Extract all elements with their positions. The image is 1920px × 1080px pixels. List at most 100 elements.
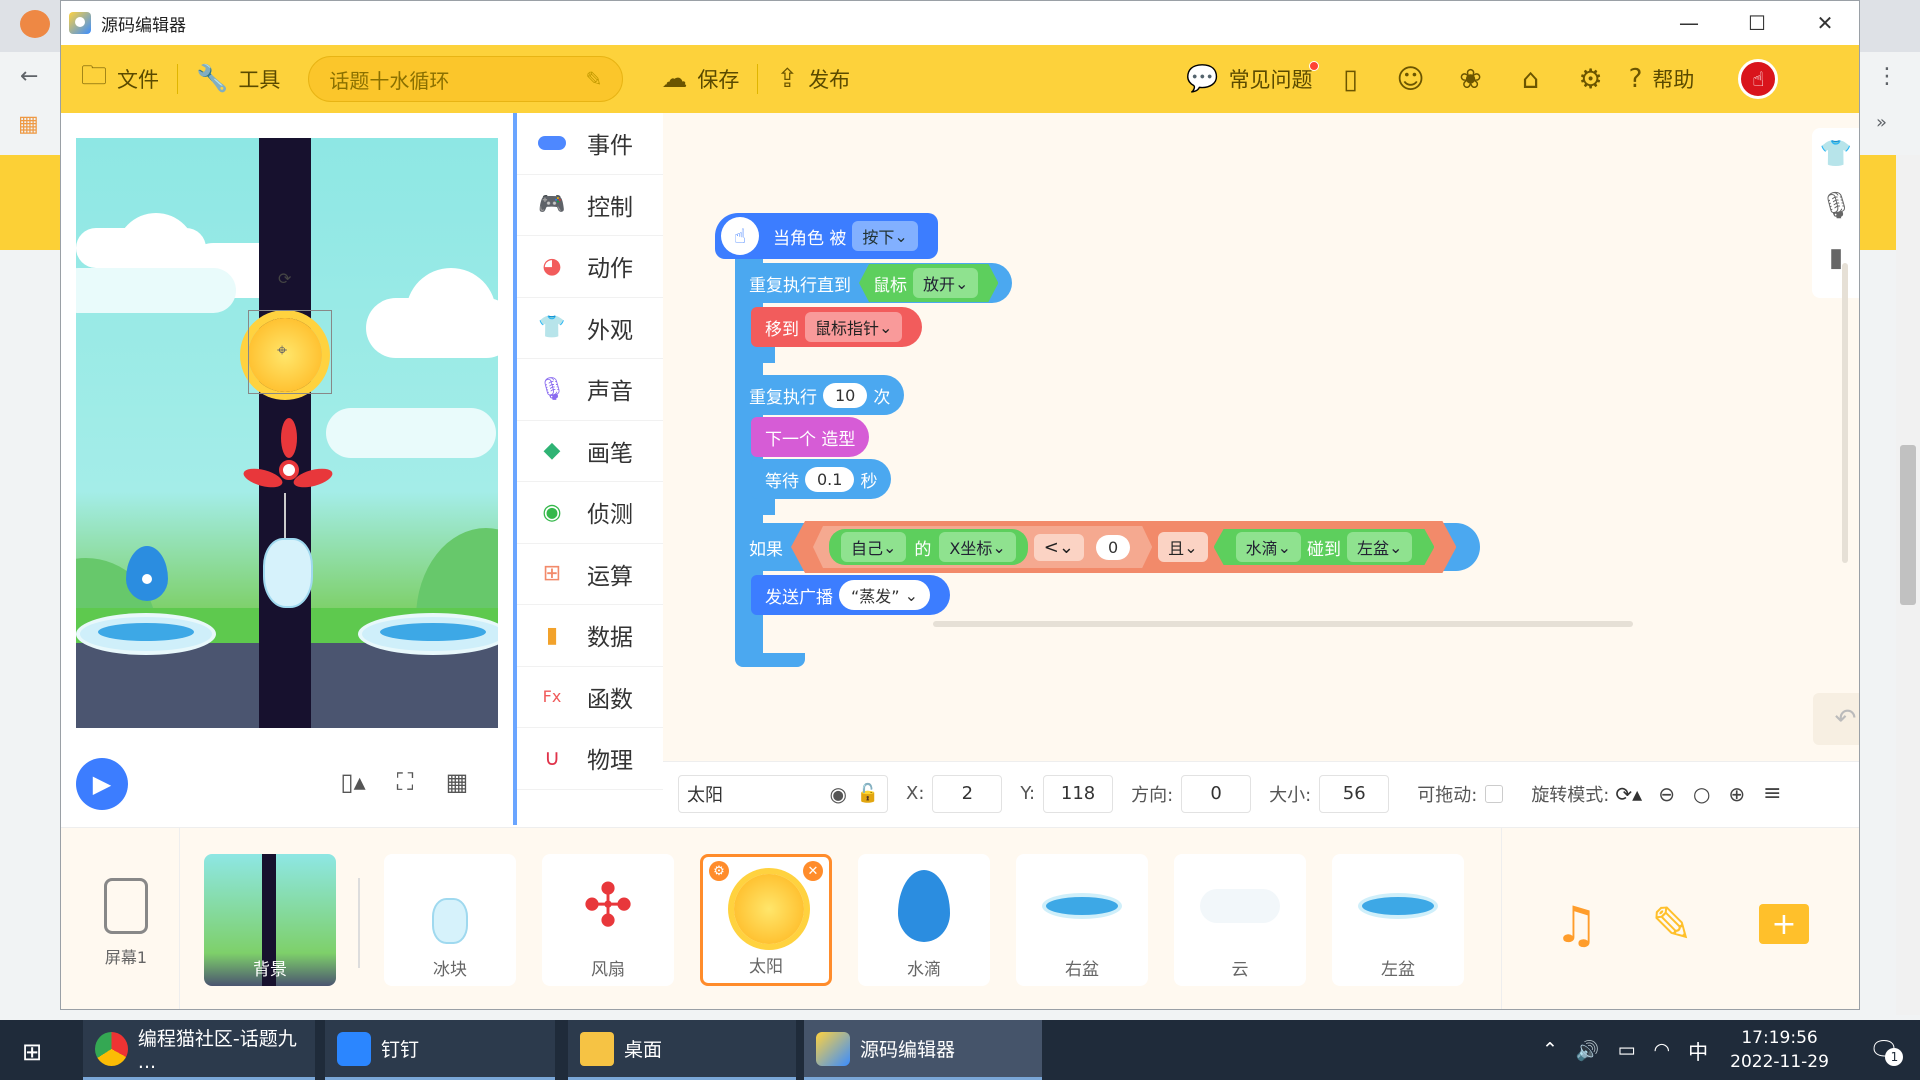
back-icon[interactable]: ← xyxy=(20,64,38,89)
logic-dropdown[interactable]: 且 ⌄ xyxy=(1158,532,1207,562)
y-input[interactable]: 118 xyxy=(1043,774,1114,813)
browser-scrollbar[interactable] xyxy=(1896,155,1920,1015)
when-sprite-pressed-block[interactable]: ☝ 当角色 被 按下 ⌄ xyxy=(715,213,938,259)
category-pen[interactable]: ◆ 画笔 xyxy=(517,421,663,482)
music-icon[interactable]: ♫ xyxy=(1554,896,1599,954)
x-input[interactable]: 2 xyxy=(932,774,1003,813)
workspace-vertical-scrollbar[interactable] xyxy=(1842,263,1848,563)
browser-scrollbar-thumb[interactable] xyxy=(1900,445,1916,605)
broadcast-block[interactable]: 发送广播 “蒸发” ⌄ xyxy=(751,575,951,615)
left-basin-dropdown[interactable]: 左盆 ⌄ xyxy=(1347,532,1412,562)
draggable-checkbox[interactable] xyxy=(1485,784,1504,803)
ice-sprite[interactable] xyxy=(263,538,313,608)
fullscreen-icon[interactable]: ⛶ xyxy=(381,758,429,806)
project-name-field[interactable]: 话题十水循环 ✎ xyxy=(308,56,624,102)
close-button[interactable]: ✕ xyxy=(1791,1,1859,45)
repeat-count-input[interactable]: 10 xyxy=(823,382,868,408)
taskbar-chrome[interactable]: 编程猫社区-话题九 ... xyxy=(83,1020,315,1080)
category-control[interactable]: 🎮 控制 xyxy=(517,175,663,236)
apps-icon[interactable]: ▦ xyxy=(18,112,39,137)
sprite-settings-icon[interactable]: ⚙ xyxy=(709,861,729,881)
volume-icon[interactable]: 🔊 xyxy=(1576,1039,1600,1062)
sprite-card-fan[interactable]: ✣ 风扇 xyxy=(542,854,674,986)
bar-chart-icon[interactable]: ▮ xyxy=(1812,232,1859,284)
sprite-card-right-basin[interactable]: 右盆 xyxy=(1016,854,1148,986)
clock[interactable]: 17:19:56 2022-11-29 xyxy=(1730,1026,1829,1074)
taskbar-dingtalk[interactable]: 钉钉 xyxy=(325,1020,555,1080)
robot-icon[interactable]: ☺ xyxy=(1381,64,1441,95)
ime-indicator[interactable]: 中 xyxy=(1688,1036,1708,1065)
device-select-icon[interactable]: ▯▴ xyxy=(329,758,377,806)
sprite-card-water-drop[interactable]: 水滴 xyxy=(858,854,990,986)
code-workspace[interactable]: 👕 🎙 ▮ ☝ 当角色 被 按下 ⌄ 重复执行直到 鼠标 放开 ⌄ 移到 鼠标指… xyxy=(663,113,1859,761)
wait-block[interactable]: 等待 0.1 秒 xyxy=(751,459,892,499)
wifi-icon[interactable]: ◠ xyxy=(1654,1039,1671,1061)
publish-button[interactable]: ⇪ 发布 xyxy=(768,45,858,113)
add-folder-icon[interactable]: + xyxy=(1759,904,1809,944)
zoom-reset-icon[interactable]: ○ xyxy=(1693,782,1710,806)
screen-button[interactable]: 屏幕1 xyxy=(81,878,171,968)
user-avatar[interactable]: ☝ xyxy=(1738,59,1779,99)
save-button[interactable]: ☁ 保存 xyxy=(653,45,747,113)
tray-expand-icon[interactable]: ⌃ xyxy=(1542,1039,1558,1061)
move-to-block[interactable]: 移到 鼠标指针 ⌄ xyxy=(751,307,923,347)
fan-sprite[interactable] xyxy=(241,418,335,492)
zoom-in-icon[interactable]: ⊕ xyxy=(1728,782,1745,806)
pencil-icon[interactable]: ✎ xyxy=(586,67,603,91)
left-basin-sprite[interactable] xyxy=(76,613,216,655)
eye-icon[interactable]: ◉ xyxy=(830,782,847,806)
comparison-dropdown[interactable]: < ⌄ xyxy=(1034,534,1084,561)
pencil-draw-icon[interactable]: ✎ xyxy=(1651,896,1693,954)
tools-menu[interactable]: 🔧 工具 xyxy=(188,45,288,113)
sprite-card-sun[interactable]: ⚙ ✕ 太阳 xyxy=(700,854,832,986)
browser-menu-icon[interactable]: ⋮ xyxy=(1876,64,1898,89)
size-input[interactable]: 56 xyxy=(1319,774,1390,813)
repeat-times-block[interactable]: 重复执行 10 次 xyxy=(735,375,905,415)
category-data[interactable]: ▮ 数据 xyxy=(517,605,663,667)
right-basin-sprite[interactable] xyxy=(358,613,498,655)
shirt-icon[interactable]: 👕 xyxy=(1812,128,1859,180)
release-dropdown[interactable]: 放开 ⌄ xyxy=(913,268,978,298)
move-handle-icon[interactable]: ⌖ xyxy=(277,340,287,361)
menu-icon[interactable]: ≡ xyxy=(1763,781,1781,806)
taskbar-editor[interactable]: 源码编辑器 xyxy=(804,1020,1042,1080)
rotate-handle-icon[interactable]: ⟳ xyxy=(278,269,291,288)
play-button[interactable]: ▶ xyxy=(76,758,128,810)
phone-preview-icon[interactable]: ▯ xyxy=(1321,64,1381,95)
battery-icon[interactable]: ▭ xyxy=(1618,1039,1636,1061)
sprite-card-cloud[interactable]: 云 xyxy=(1174,854,1306,986)
repeat-until-block[interactable]: 重复执行直到 鼠标 放开 ⌄ xyxy=(735,263,1013,303)
maximize-button[interactable]: ☐ xyxy=(1723,1,1791,45)
self-x-reporter[interactable]: 自己 ⌄ 的 X坐标 ⌄ xyxy=(829,529,1028,565)
self-dropdown[interactable]: 自己 ⌄ xyxy=(841,532,906,562)
sprite-card-left-basin[interactable]: 左盆 xyxy=(1332,854,1464,986)
category-physics[interactable]: ∪ 物理 xyxy=(517,728,663,790)
zoom-out-icon[interactable]: ⊖ xyxy=(1658,782,1675,806)
if-block[interactable]: 如果 自己 ⌄ 的 X坐标 ⌄ < ⌄ 0 且 ⌄ 水滴 ⌄ 碰到 左盆 ⌄ xyxy=(735,523,1481,571)
sprite-name-field[interactable]: 太阳 ◉ 🔓 xyxy=(678,774,888,813)
taskbar-desktop[interactable]: 桌面 xyxy=(568,1020,796,1080)
touching-condition[interactable]: 水滴 ⌄ 碰到 左盆 ⌄ xyxy=(1214,529,1435,565)
next-costume-block[interactable]: 下一个 造型 xyxy=(751,417,870,457)
notification-center-icon[interactable]: 🗨 1 xyxy=(1869,1036,1904,1066)
undo-icon[interactable]: ↶ xyxy=(1835,704,1857,734)
rotation-mode-dropdown[interactable]: ⟳▴ xyxy=(1615,782,1642,806)
category-operators[interactable]: ⊞ 运算 xyxy=(517,544,663,605)
pressed-dropdown[interactable]: 按下 ⌄ xyxy=(852,221,918,251)
workspace-horizontal-scrollbar[interactable] xyxy=(933,621,1633,627)
lock-icon[interactable]: 🔓 xyxy=(857,783,879,804)
category-events[interactable]: 事件 xyxy=(517,113,663,175)
category-motion[interactable]: ◕ 动作 xyxy=(517,236,663,298)
file-menu[interactable]: 🗀 文件 xyxy=(73,45,167,113)
direction-input[interactable]: 0 xyxy=(1181,774,1252,813)
sprite-card-ice[interactable]: 冰块 xyxy=(384,854,516,986)
settings-icon[interactable]: ⚙ xyxy=(1561,64,1621,95)
sprite-card-background[interactable]: 背景 xyxy=(204,854,336,986)
water-drop-sprite[interactable] xyxy=(126,546,168,601)
category-sound[interactable]: 🎙 声音 xyxy=(517,359,663,421)
windows-start-icon[interactable]: ⊞ xyxy=(22,1038,42,1066)
broadcast-message-dropdown[interactable]: “蒸发” ⌄ xyxy=(839,580,931,610)
microphone-icon[interactable]: 🎙 xyxy=(1812,180,1859,232)
category-functions[interactable]: Fx 函数 xyxy=(517,667,663,728)
stage-canvas[interactable]: ⌖ ⟳ xyxy=(76,138,498,728)
